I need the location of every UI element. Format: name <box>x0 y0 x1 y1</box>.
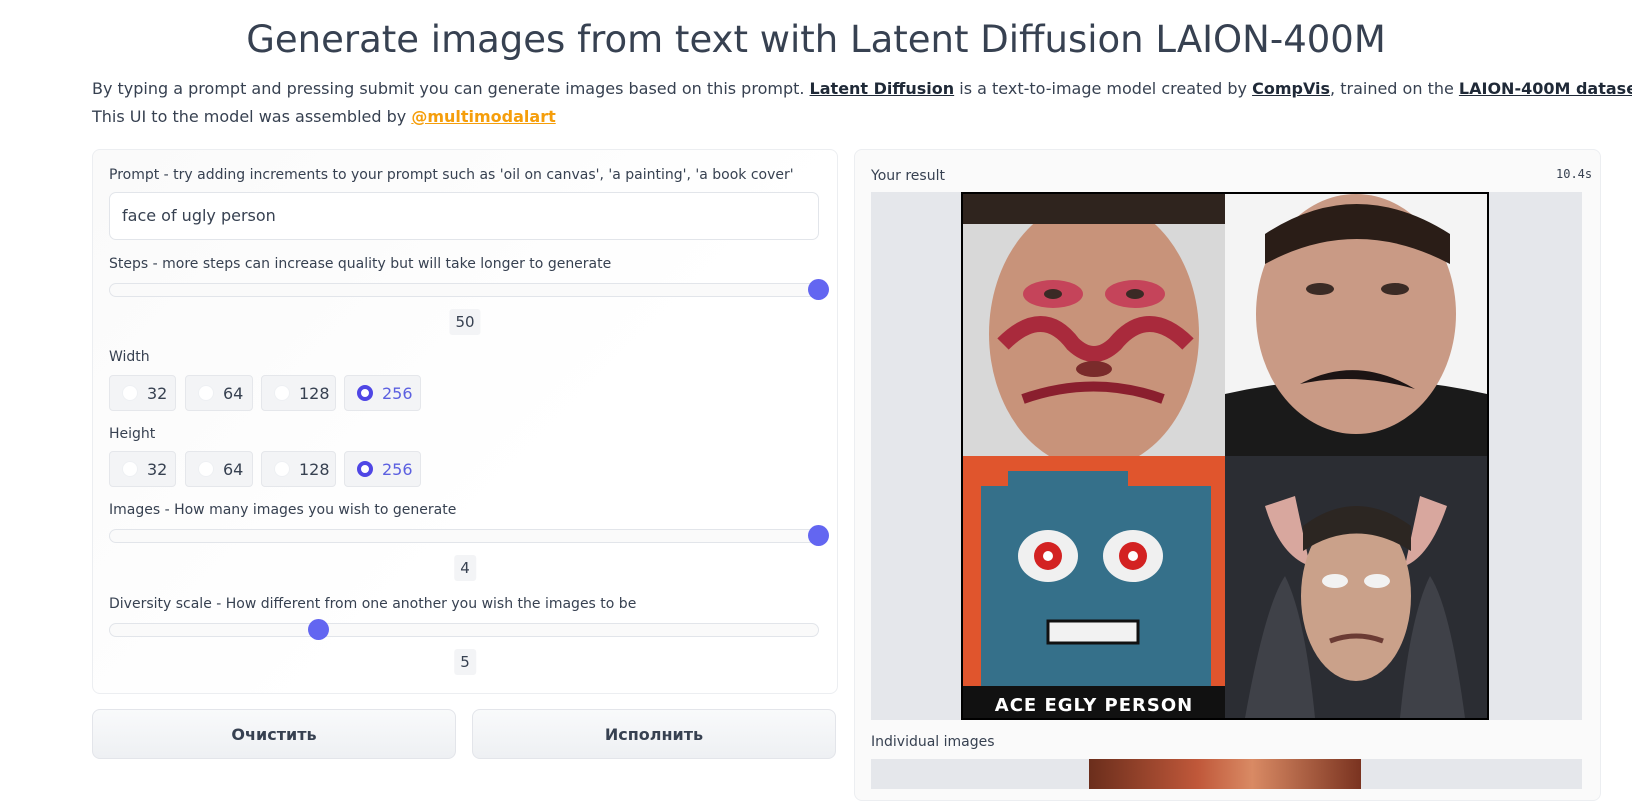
steps-label: Steps - more steps can increase quality … <box>109 256 612 272</box>
description-text: , trained on the <box>1330 79 1454 98</box>
generated-face-4 <box>1225 456 1487 718</box>
radio-circle-icon <box>274 461 290 477</box>
images-slider-thumb[interactable] <box>808 525 829 546</box>
radio-circle-icon <box>357 385 373 401</box>
compvis-link[interactable]: CompVis <box>1252 79 1330 98</box>
timer-badge: 10.4s <box>1556 167 1593 181</box>
diversity-slider[interactable] <box>109 619 819 640</box>
image-overlay-text: ACE EGLY PERSON <box>994 695 1194 716</box>
images-value: 4 <box>454 555 476 581</box>
radio-circle-icon <box>198 385 214 401</box>
width-label: Width <box>109 349 150 365</box>
images-slider[interactable] <box>109 525 829 546</box>
width-option-64[interactable]: 64 <box>185 375 253 411</box>
radio-circle-icon <box>198 461 214 477</box>
diversity-value: 5 <box>454 649 476 675</box>
width-option-256[interactable]: 256 <box>344 375 421 411</box>
description-line-1: By typing a prompt and pressing submit y… <box>92 79 1632 98</box>
result-gallery[interactable]: ACE EGLY PERSON <box>871 192 1582 720</box>
option-label: 128 <box>299 459 330 479</box>
option-label: 64 <box>223 383 244 403</box>
steps-slider[interactable] <box>109 279 829 300</box>
height-option-64[interactable]: 64 <box>185 451 253 487</box>
latent-diffusion-link[interactable]: Latent Diffusion <box>810 79 955 98</box>
individual-images-gallery[interactable] <box>871 759 1582 789</box>
result-grid-image[interactable]: ACE EGLY PERSON <box>961 192 1489 720</box>
diversity-slider-thumb[interactable] <box>308 619 330 640</box>
option-label: 64 <box>223 459 244 479</box>
description-text: This UI to the model was assembled by <box>92 107 407 126</box>
option-label: 32 <box>147 383 168 403</box>
submit-button[interactable]: Исполнить <box>472 709 836 759</box>
description-text: is a text-to-image model created by <box>959 79 1247 98</box>
author-link[interactable]: @multimodalart <box>411 107 555 126</box>
result-label: Your result <box>871 168 945 184</box>
laion-dataset-link[interactable]: LAION-400M dataset. <box>1459 79 1632 98</box>
prompt-label: Prompt - try adding increments to your p… <box>109 167 794 183</box>
generated-face-3: ACE EGLY PERSON <box>963 456 1225 718</box>
generated-face-1 <box>963 194 1225 456</box>
radio-circle-icon <box>122 461 138 477</box>
description-line-2: This UI to the model was assembled by @m… <box>92 107 556 126</box>
radio-circle-icon <box>357 461 373 477</box>
option-label: 256 <box>382 383 413 403</box>
option-label: 128 <box>299 383 330 403</box>
prompt-input[interactable]: face of ugly person <box>109 192 819 240</box>
diversity-label: Diversity scale - How different from one… <box>109 596 637 612</box>
individual-image-thumbnail[interactable] <box>1089 759 1361 789</box>
page-title: Generate images from text with Latent Di… <box>246 18 1386 61</box>
radio-circle-icon <box>274 385 290 401</box>
option-label: 256 <box>382 459 413 479</box>
height-label: Height <box>109 426 156 442</box>
height-option-256[interactable]: 256 <box>344 451 421 487</box>
description-text: By typing a prompt and pressing submit y… <box>92 79 805 98</box>
steps-value: 50 <box>449 309 481 335</box>
option-label: 32 <box>147 459 168 479</box>
radio-circle-icon <box>122 385 138 401</box>
generated-face-2 <box>1225 194 1487 456</box>
width-option-32[interactable]: 32 <box>109 375 176 411</box>
clear-button[interactable]: Очистить <box>92 709 456 759</box>
individual-images-label: Individual images <box>871 734 995 750</box>
images-label: Images - How many images you wish to gen… <box>109 502 457 518</box>
height-option-128[interactable]: 128 <box>261 451 336 487</box>
steps-slider-thumb[interactable] <box>808 279 829 300</box>
width-option-128[interactable]: 128 <box>261 375 336 411</box>
height-option-32[interactable]: 32 <box>109 451 176 487</box>
